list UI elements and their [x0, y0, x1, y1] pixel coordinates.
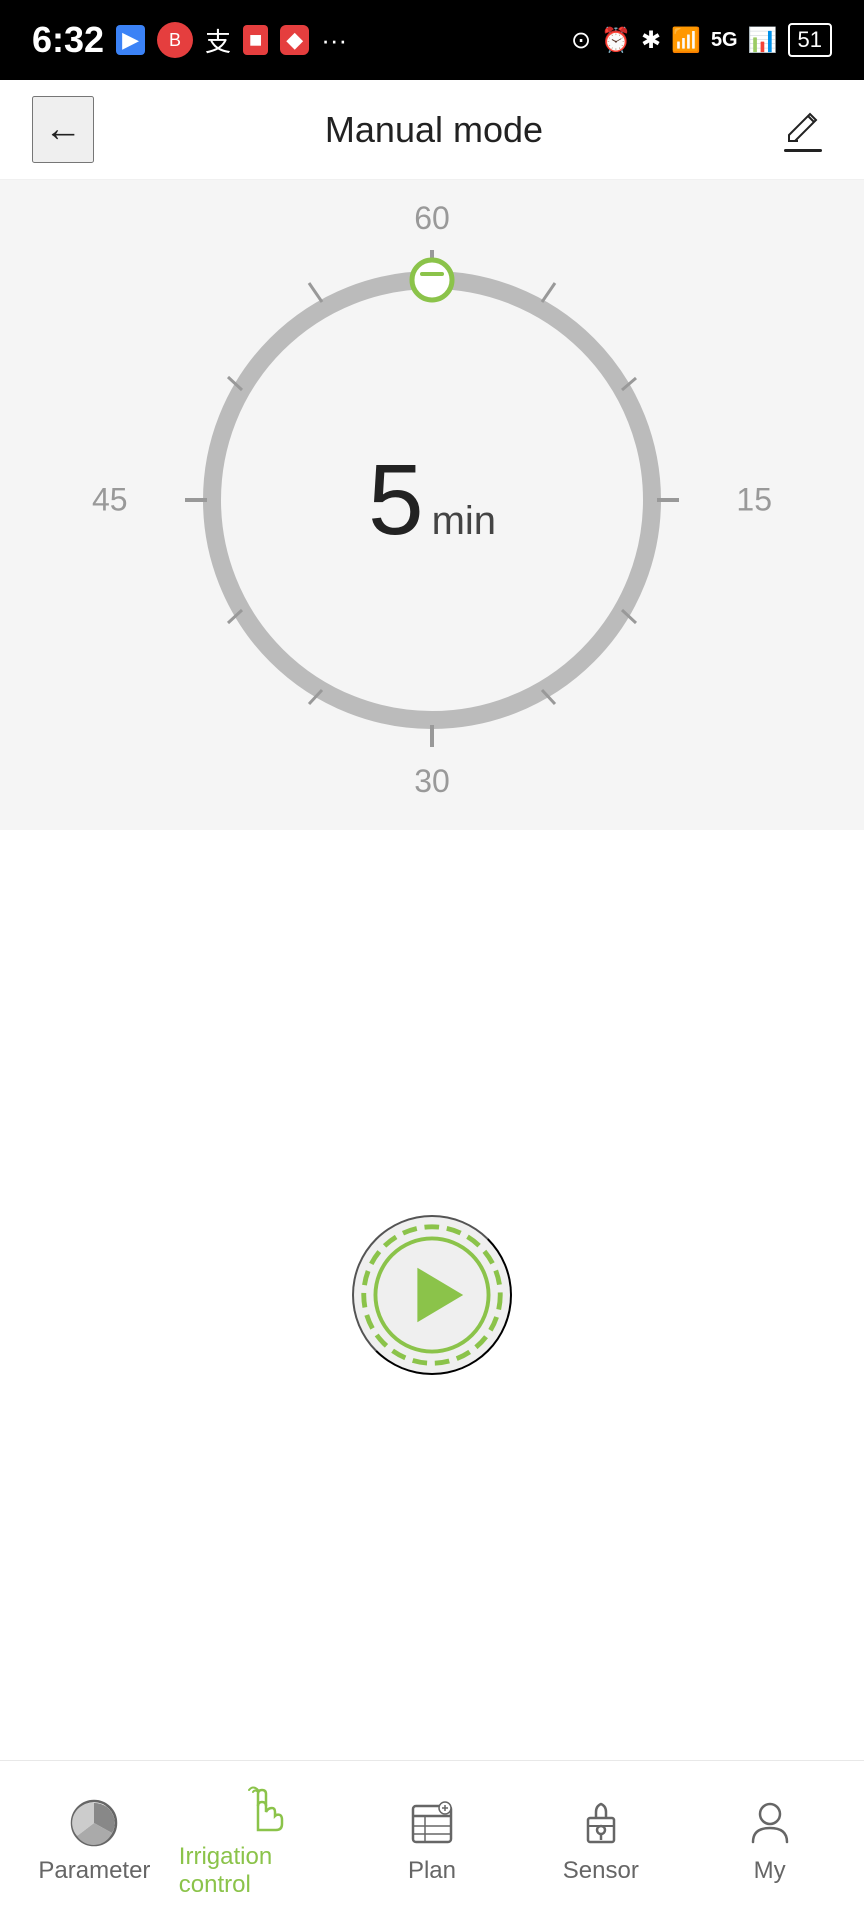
page-title: Manual mode [325, 109, 543, 151]
label-15: 15 [736, 482, 772, 519]
timer-display: 5 min [368, 450, 496, 550]
nav-item-irrigation[interactable]: Irrigation control [179, 1773, 348, 1909]
label-60: 60 [414, 200, 450, 237]
nav-item-sensor[interactable]: Sensor [516, 1787, 685, 1895]
app-icon-4: ◆ [280, 25, 309, 55]
play-button[interactable] [352, 1215, 512, 1375]
battery-icon: 51 [788, 23, 832, 57]
signal-bars: 📊 [748, 26, 778, 55]
app-icon-3: ■ [243, 25, 268, 55]
parameter-icon [68, 1797, 120, 1849]
shortcut-icon: ▶ [116, 25, 145, 55]
app-icon-1: B [157, 22, 193, 58]
main-content: 60 30 45 15 5 min [0, 180, 864, 1760]
status-bar: 6:32 ▶ B 支 ■ ◆ ··· ⊙ ⏰ ✱ 📶 5G 📊 51 [0, 0, 864, 80]
play-section [0, 830, 864, 1760]
top-bar: ← Manual mode [0, 80, 864, 180]
edit-button[interactable] [774, 97, 832, 162]
nav-label-plan: Plan [408, 1857, 456, 1885]
signal-5g: 5G [711, 29, 738, 52]
label-30: 30 [414, 763, 450, 800]
pencil-icon [784, 107, 822, 145]
my-icon [744, 1797, 796, 1849]
nav-label-sensor: Sensor [563, 1857, 639, 1885]
more-icon: ··· [321, 25, 347, 56]
nfc-icon: ⊙ [571, 26, 591, 55]
nav-label-my: My [754, 1857, 786, 1885]
timer-section: 60 30 45 15 5 min [0, 180, 864, 830]
back-button[interactable]: ← [32, 96, 94, 163]
status-time: 6:32 [32, 19, 104, 61]
bluetooth-icon: ✱ [641, 26, 661, 55]
app-icon-2: 支 [205, 22, 231, 59]
label-45: 45 [92, 482, 128, 519]
sensor-icon [575, 1797, 627, 1849]
nav-label-irrigation: Irrigation control [179, 1843, 348, 1899]
plan-icon [406, 1797, 458, 1849]
wifi-icon: 📶 [671, 26, 701, 55]
status-icons: ⊙ ⏰ ✱ 📶 5G 📊 51 [571, 23, 832, 57]
play-icon [354, 1215, 510, 1375]
nav-item-parameter[interactable]: Parameter [10, 1787, 179, 1895]
timer-value: 5 [368, 450, 424, 550]
alarm-icon: ⏰ [601, 26, 631, 55]
timer-unit: min [432, 499, 496, 544]
nav-label-parameter: Parameter [38, 1857, 150, 1885]
irrigation-icon [237, 1783, 289, 1835]
bottom-nav: Parameter Irrigation control [0, 1760, 864, 1920]
nav-item-my[interactable]: My [685, 1787, 854, 1895]
nav-item-plan[interactable]: Plan [348, 1787, 517, 1895]
timer-dial[interactable]: 60 30 45 15 5 min [152, 220, 712, 780]
